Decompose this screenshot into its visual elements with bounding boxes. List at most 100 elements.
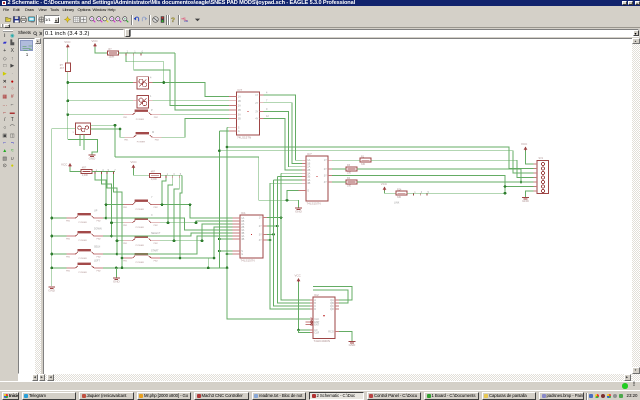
svg-text:PB2: PB2 <box>154 207 159 209</box>
svg-text:PB2: PB2 <box>97 270 102 272</box>
svg-text:GND: GND <box>89 157 97 161</box>
svg-text:4B: 4B <box>241 238 244 241</box>
svg-text:Link: Link <box>184 21 188 23</box>
svg-text:M: M <box>152 131 154 134</box>
svg-text:PB2: PB2 <box>154 225 159 227</box>
svg-text:PB2: PB2 <box>97 220 102 222</box>
svg-text:3Y: 3Y <box>259 233 262 236</box>
svg-text:4: 4 <box>266 92 268 95</box>
svg-text:POWER: POWER <box>79 222 88 224</box>
svg-text:PB2: PB2 <box>154 260 159 262</box>
svg-text:IC2: IC2 <box>314 293 319 297</box>
svg-text:2B: 2B <box>238 109 241 112</box>
svg-text:ENT: ENT <box>314 323 319 326</box>
svg-text:100N: 100N <box>109 56 115 59</box>
svg-text:2Y: 2Y <box>255 102 258 105</box>
svg-text:4K7: 4K7 <box>60 67 65 70</box>
svg-text:VCC: VCC <box>91 39 98 43</box>
svg-text:R24: R24 <box>397 188 402 191</box>
svg-text:PB2: PB2 <box>154 117 159 119</box>
svg-text:VCC: VCC <box>381 182 388 186</box>
svg-text:POWER: POWER <box>136 119 145 121</box>
svg-text:PB2: PB2 <box>154 243 159 245</box>
svg-text:IC?: IC? <box>307 152 312 156</box>
svg-text:7: 7 <box>266 99 268 102</box>
svg-text:9: 9 <box>266 108 268 111</box>
svg-text:POWER: POWER <box>137 141 146 143</box>
svg-text:IC1: IC1 <box>241 211 246 215</box>
svg-text:PB1: PB1 <box>124 140 129 142</box>
svg-text:1,00K: 1,00K <box>151 178 158 181</box>
svg-text:330: 330 <box>347 185 352 188</box>
svg-text:G: G <box>241 253 243 256</box>
svg-text:X: X <box>151 214 153 217</box>
svg-text:SELECT: SELECT <box>151 232 161 235</box>
svg-text:VCC: VCC <box>130 160 137 164</box>
svg-text:PB2: PB2 <box>97 238 102 240</box>
svg-text:330: 330 <box>397 196 402 199</box>
svg-text:POWER: POWER <box>79 272 88 274</box>
svg-text:2Y: 2Y <box>259 225 262 228</box>
svg-text:PB1: PB1 <box>123 207 128 209</box>
svg-text:330: 330 <box>347 172 352 175</box>
svg-text:Y: Y <box>151 196 153 199</box>
svg-text:1: 1 <box>150 95 152 98</box>
svg-text:G: G <box>307 190 309 193</box>
svg-text:3Y: 3Y <box>324 174 327 177</box>
svg-text:VCC: VCC <box>295 274 302 278</box>
svg-text:1Y: 1Y <box>255 94 258 97</box>
svg-text:P: P <box>151 109 153 112</box>
svg-text:7: 7 <box>114 169 116 172</box>
svg-text:POWER: POWER <box>79 240 88 242</box>
svg-text:74LS157N: 74LS157N <box>307 201 321 205</box>
svg-text:3A: 3A <box>238 113 241 116</box>
svg-text:DOWN: DOWN <box>94 228 102 231</box>
svg-text:POWER: POWER <box>136 227 145 229</box>
svg-text:GND: GND <box>113 280 121 284</box>
svg-text:3B: 3B <box>238 118 241 121</box>
svg-text:74HC4040N: 74HC4040N <box>314 339 331 343</box>
svg-text:PB1: PB1 <box>66 270 71 272</box>
svg-text:GND: GND <box>48 289 56 293</box>
svg-text:3Y: 3Y <box>255 111 258 114</box>
svg-text:2Y: 2Y <box>324 168 327 171</box>
svg-text:PB1: PB1 <box>66 238 71 240</box>
svg-text:X: X <box>73 132 75 134</box>
svg-text:SELN: SELN <box>94 246 101 249</box>
svg-text:PB1: PB1 <box>123 260 128 262</box>
svg-text:?: ? <box>171 17 175 23</box>
svg-text:1A: 1A <box>238 96 241 99</box>
svg-text:2A: 2A <box>238 105 241 108</box>
svg-text:PB1: PB1 <box>66 220 71 222</box>
svg-text:RCO: RCO <box>328 331 334 334</box>
svg-text:IC?: IC? <box>238 88 243 92</box>
svg-text:VCC: VCC <box>64 40 71 44</box>
svg-text:1Y: 1Y <box>259 217 262 220</box>
svg-text:4Y: 4Y <box>259 239 262 242</box>
svg-text:VCC: VCC <box>61 163 68 167</box>
svg-text:GND: GND <box>349 343 357 347</box>
svg-text:PB1: PB1 <box>66 256 71 258</box>
svg-text:12: 12 <box>266 115 269 118</box>
svg-text:1B: 1B <box>238 100 241 103</box>
svg-text:SV1: SV1 <box>539 157 544 160</box>
svg-text:UP: UP <box>94 210 98 213</box>
svg-text:PB2: PB2 <box>97 256 102 258</box>
svg-text:4R?: 4R? <box>82 167 87 170</box>
svg-text:PB1: PB1 <box>123 225 128 227</box>
svg-text:PB1: PB1 <box>123 117 128 119</box>
svg-text:POWER: POWER <box>79 258 88 260</box>
svg-text:POWER: POWER <box>136 209 145 211</box>
svg-text:4Y: 4Y <box>324 181 327 184</box>
svg-text:LEFT: LEFT <box>94 259 100 262</box>
svg-text:G: G <box>238 130 240 133</box>
svg-text:330: 330 <box>361 163 366 166</box>
svg-text:4: 4 <box>150 77 152 80</box>
svg-text:1,00K: 1,00K <box>82 174 89 177</box>
svg-text:START: START <box>151 250 159 253</box>
svg-text:4B: 4B <box>307 182 310 185</box>
svg-text:D: D <box>314 308 316 311</box>
svg-text:LINK: LINK <box>394 202 400 205</box>
svg-text:GND: GND <box>295 210 303 214</box>
svg-text:74LS157N: 74LS157N <box>241 258 255 262</box>
